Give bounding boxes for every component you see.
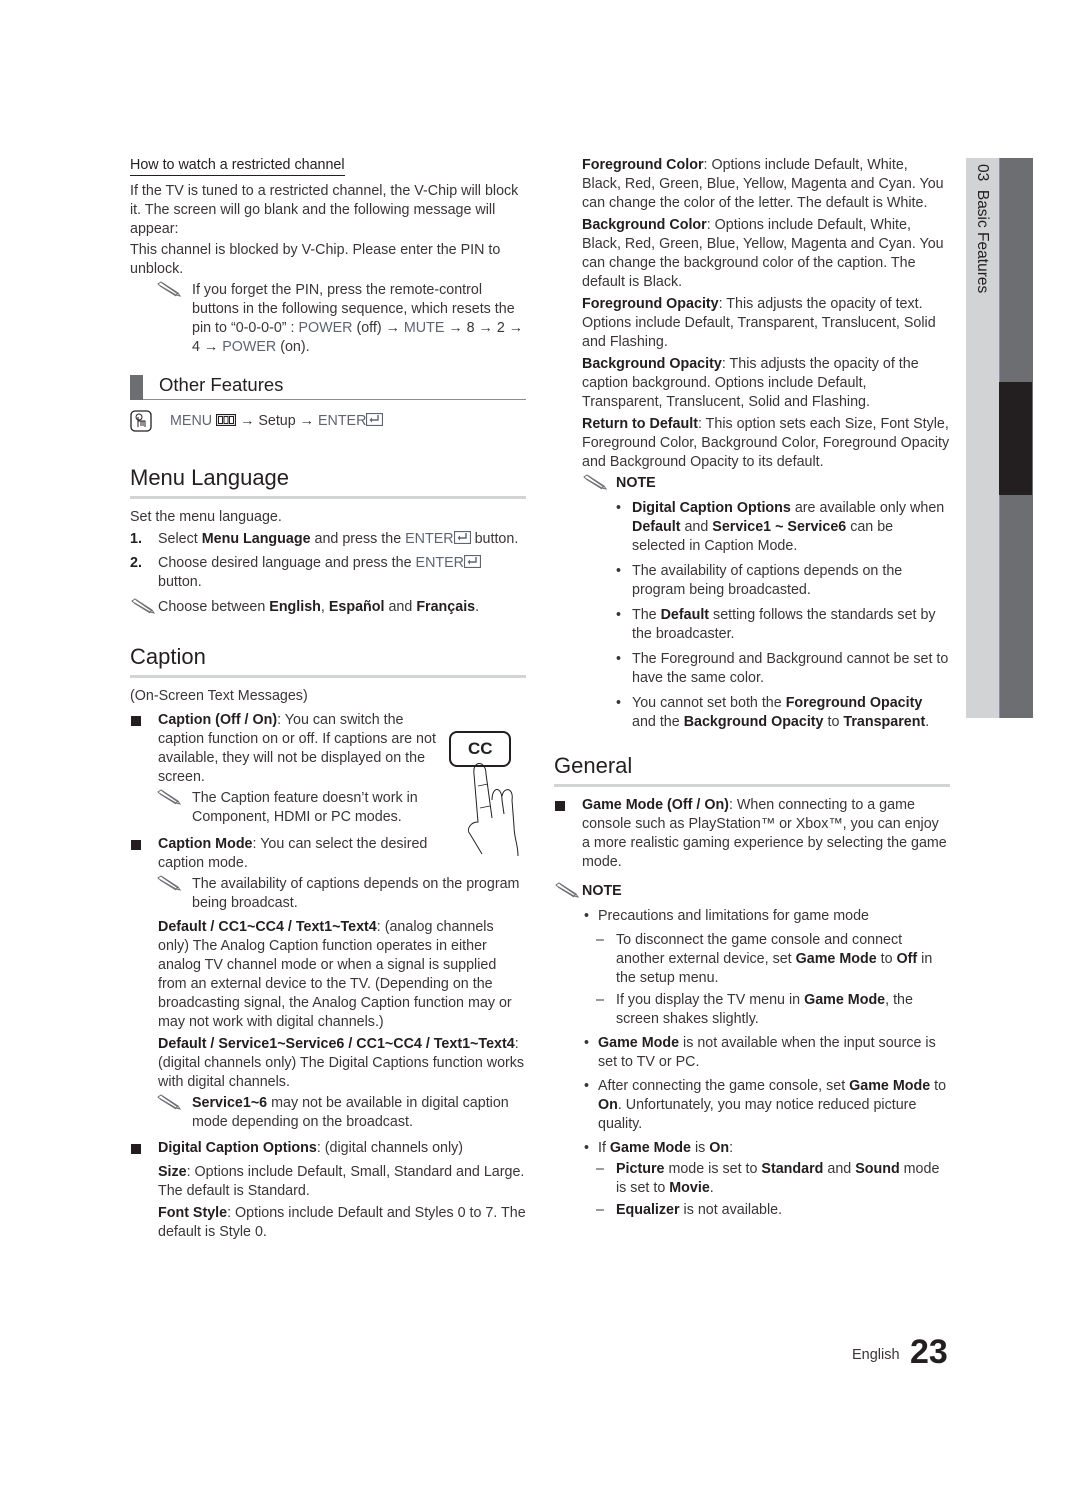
enter-icon [464,555,481,568]
left-column: How to watch a restricted channel If the… [130,156,526,1244]
square-bullet [555,801,565,811]
game-note-subitem: – Equalizer is not available. [596,1202,783,1218]
square-bullet [131,840,141,850]
game-note-header: NOTE [554,882,950,901]
game-note-subitem: – If you display the TV menu in Game Mod… [596,992,913,1027]
foreground-opacity-option: Foreground Opacity: This adjusts the opa… [582,296,936,350]
caption-on-off-item: Caption (Off / On): You can switch the c… [130,711,440,787]
game-note-item: • If Game Mode is On: [584,1140,734,1156]
caption-note-item: • The Default setting follows the standa… [616,607,936,642]
digital-caption-options-item: Digital Caption Options: (digital channe… [130,1139,526,1158]
game-notes-list: • Precautions and limitations for game m… [582,907,950,1220]
caption-mode-item: Caption Mode: You can select the desired… [130,835,448,873]
pencil-note-icon [156,789,182,805]
menu-language-title: Menu Language [130,464,526,499]
background-opacity-option: Background Opacity: This adjusts the opa… [582,356,919,410]
digital-caption-text: Default / Service1~Service6 / CC1~CC4 / … [158,1036,525,1090]
cc-button-label: CC [468,739,493,758]
menu-path: MENU → Setup → ENTER [130,410,526,436]
restricted-channel-heading: How to watch a restricted channel [130,156,345,176]
pencil-note-icon [582,474,608,490]
caption-note-item: • The Foreground and Background cannot b… [616,651,949,686]
caption-intro: (On-Screen Text Messages) [130,688,308,704]
square-bullet [131,716,141,726]
menu-language-intro: Set the menu language. [130,509,282,525]
caption-note-header: NOTE [582,474,950,493]
caption-mode-note: The Caption feature doesn’t work in Comp… [130,789,442,827]
game-note-subitem: – To disconnect the game console and con… [596,932,933,986]
menu-icon [216,414,236,426]
font-style-option: Font Style: Options include Default and … [158,1205,526,1240]
caption-note-item: • You cannot set both the Foreground Opa… [616,695,930,730]
game-note-subitem: – Picture mode is set to Standard and So… [596,1161,940,1196]
heading-accent-bar [130,375,143,400]
step-2: 2. Choose desired language and press the… [130,554,526,592]
service-note: Service1~6 may not be available in digit… [130,1094,526,1132]
game-mode-item: Game Mode (Off / On): When connecting to… [554,796,950,872]
general-section: General Game Mode (Off / On): When conne… [554,752,950,1220]
pencil-note-icon [554,882,580,898]
enter-icon [454,531,471,544]
enter-icon [366,413,383,426]
size-option: Size: Options include Default, Small, St… [158,1164,525,1199]
caption-note-item: • The availability of captions depends o… [616,563,903,598]
pencil-note-icon [156,281,182,297]
return-to-default-option: Return to Default: This option sets each… [582,416,950,470]
restricted-paragraph-2: This channel is blocked by V-Chip. Pleas… [130,242,501,277]
restricted-paragraph-1: If the TV is tuned to a restricted chann… [130,183,519,237]
footer-language: English [852,1347,900,1363]
square-bullet [131,1144,141,1154]
availability-note: The availability of captions depends on … [130,875,526,913]
side-tab-current-marker [999,382,1032,495]
other-features-heading: Other Features [130,373,526,400]
chapter-side-tab: 03 Basic Features [966,158,1033,718]
game-note-item: • After connecting the game console, set… [584,1078,947,1132]
restricted-channel-section: How to watch a restricted channel If the… [130,156,526,357]
caption-title: Caption [130,643,526,678]
analog-caption-text: Default / CC1~CC4 / Text1~Text4: (analog… [158,919,512,1030]
menu-language-section: Menu Language Set the menu language. 1. … [130,464,526,617]
chapter-label: 03 Basic Features [974,164,991,294]
caption-note-item: • Digital Caption Options are available … [616,500,945,554]
caption-notes-list: • Digital Caption Options are available … [582,499,950,732]
game-note-item: • Game Mode is not available when the in… [584,1035,936,1070]
general-title: General [554,752,950,787]
pencil-note-icon [156,875,182,891]
pencil-note-icon [130,598,156,614]
pin-reset-note: If you forget the PIN, press the remote-… [130,281,526,357]
pencil-note-icon [156,1094,182,1110]
step-1: 1. Select Menu Language and press the EN… [130,531,519,547]
background-color-option: Background Color: Options include Defaul… [582,217,944,290]
right-column: Foreground Color: Options include Defaul… [554,156,950,1223]
game-note-item: • Precautions and limitations for game m… [584,908,869,924]
language-note: Choose between English, Español and Fran… [130,598,526,617]
remote-hand-icon [130,410,152,432]
page-number: 23 [910,1333,948,1371]
cc-button-illustration: CC [448,730,532,860]
foreground-color-option: Foreground Color: Options include Defaul… [582,157,944,211]
